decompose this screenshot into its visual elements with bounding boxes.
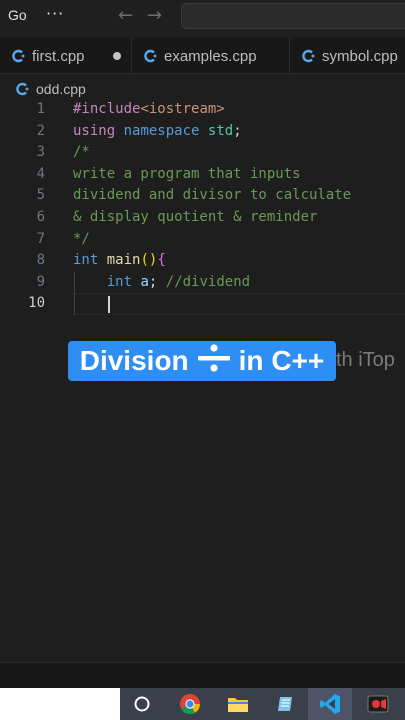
cpp-file-icon <box>16 82 30 96</box>
menu-more-button[interactable]: ··· <box>46 4 64 23</box>
notepad-icon[interactable] <box>264 688 308 720</box>
code-line[interactable]: 1 #include<iostream> <box>0 99 405 121</box>
vscode-icon[interactable] <box>308 688 352 720</box>
line-number: 4 <box>36 165 45 182</box>
code-line[interactable]: 5 dividend and divisor to calculate <box>0 185 405 207</box>
breadcrumb-file[interactable]: odd.cpp <box>36 81 86 97</box>
taskbar-left-area <box>0 688 120 720</box>
line-number: 2 <box>36 122 45 139</box>
search-circle-icon[interactable] <box>120 688 164 720</box>
text-cursor <box>108 295 110 313</box>
code-token: write a program that inputs <box>73 165 301 182</box>
division-sign-icon <box>197 343 231 380</box>
line-number: 3 <box>36 144 45 161</box>
line-number: 9 <box>36 273 45 290</box>
code-token: () <box>140 252 158 269</box>
screen-recorder-icon[interactable] <box>356 688 400 720</box>
cpp-file-icon <box>12 49 26 63</box>
code-token: #include <box>73 101 141 117</box>
code-line[interactable]: 10 <box>0 293 405 315</box>
title-bar: Go ··· ← → <box>0 0 405 34</box>
code-token: { <box>157 252 166 269</box>
breadcrumb[interactable]: odd.cpp <box>16 79 86 99</box>
code-token: int <box>73 252 99 269</box>
code-line[interactable]: 9 int a; //dividend <box>0 272 405 294</box>
line-number: 10 <box>28 295 45 312</box>
watermark-text: th iTop <box>336 349 395 371</box>
code-token: /* <box>73 144 90 161</box>
cpp-file-icon <box>144 49 158 63</box>
code-token: ; <box>233 122 242 139</box>
code-text: dividend and divisor to calculate <box>73 185 351 207</box>
code-token: <iostream> <box>140 101 225 117</box>
file-explorer-icon[interactable] <box>216 688 260 720</box>
code-text: int main(){ <box>73 250 166 272</box>
chrome-icon[interactable] <box>168 688 212 720</box>
cpp-file-icon <box>302 49 316 63</box>
banner-title-right: in C++ <box>238 345 325 376</box>
line-number: 8 <box>36 252 45 269</box>
unsaved-dot-icon[interactable] <box>113 52 121 60</box>
code-token: main <box>106 252 141 269</box>
code-token: & display quotient & reminder <box>73 209 318 225</box>
tab-examples-cpp[interactable]: examples.cpp <box>132 38 290 74</box>
code-text: /* <box>73 142 90 164</box>
code-token: std <box>207 122 234 139</box>
tab-label: examples.cpp <box>164 47 257 65</box>
forward-arrow-icon[interactable]: → <box>147 5 162 26</box>
line-number: 6 <box>36 209 45 225</box>
os-taskbar <box>0 688 405 720</box>
banner-title-left: Division <box>79 345 189 376</box>
code-token: dividend and divisor to calculate <box>73 187 352 204</box>
tab-symbol-cpp[interactable]: symbol.cpp <box>290 38 405 74</box>
code-line[interactable]: 6 & display quotient & reminder <box>0 207 405 229</box>
code-editor[interactable]: 1 #include<iostream> 2 using namespace std;… <box>0 98 405 688</box>
code-line[interactable]: 3 /* <box>0 142 405 164</box>
command-center-search[interactable] <box>181 3 405 29</box>
code-line[interactable]: 8 int main(){ <box>0 250 405 272</box>
video-title-banner: Division in C++ <box>68 341 336 381</box>
code-text: write a program that inputs <box>73 164 301 186</box>
code-token: namespace <box>123 122 200 139</box>
indent-guide <box>74 271 75 315</box>
code-text: int a; //dividend <box>73 272 250 294</box>
code-token: using <box>73 122 116 139</box>
taskbar-apps <box>120 688 405 720</box>
status-bar <box>0 662 405 688</box>
line-number: 1 <box>36 101 45 117</box>
code-token: a <box>140 273 149 290</box>
tab-label: first.cpp <box>32 47 85 65</box>
code-token: */ <box>73 230 90 247</box>
code-text: using namespace std; <box>73 121 242 143</box>
menu-go[interactable]: Go <box>8 7 27 23</box>
editor-tab-bar: first.cpp examples.cpp symbol.cpp <box>0 38 405 74</box>
code-line[interactable]: 4 write a program that inputs <box>0 164 405 186</box>
tab-label: symbol.cpp <box>322 47 398 65</box>
code-line[interactable]: 7 */ <box>0 229 405 251</box>
code-token: //dividend <box>165 273 251 290</box>
tab-first-cpp[interactable]: first.cpp <box>0 38 132 74</box>
back-arrow-icon[interactable]: ← <box>118 5 133 26</box>
line-number: 7 <box>36 230 45 247</box>
code-text: */ <box>73 229 90 251</box>
line-number: 5 <box>36 187 45 204</box>
code-text: & display quotient & reminder <box>73 207 317 229</box>
code-token: int <box>106 273 133 290</box>
code-line[interactable]: 2 using namespace std; <box>0 121 405 143</box>
code-text: #include<iostream> <box>73 99 225 121</box>
current-line-highlight <box>70 293 405 315</box>
